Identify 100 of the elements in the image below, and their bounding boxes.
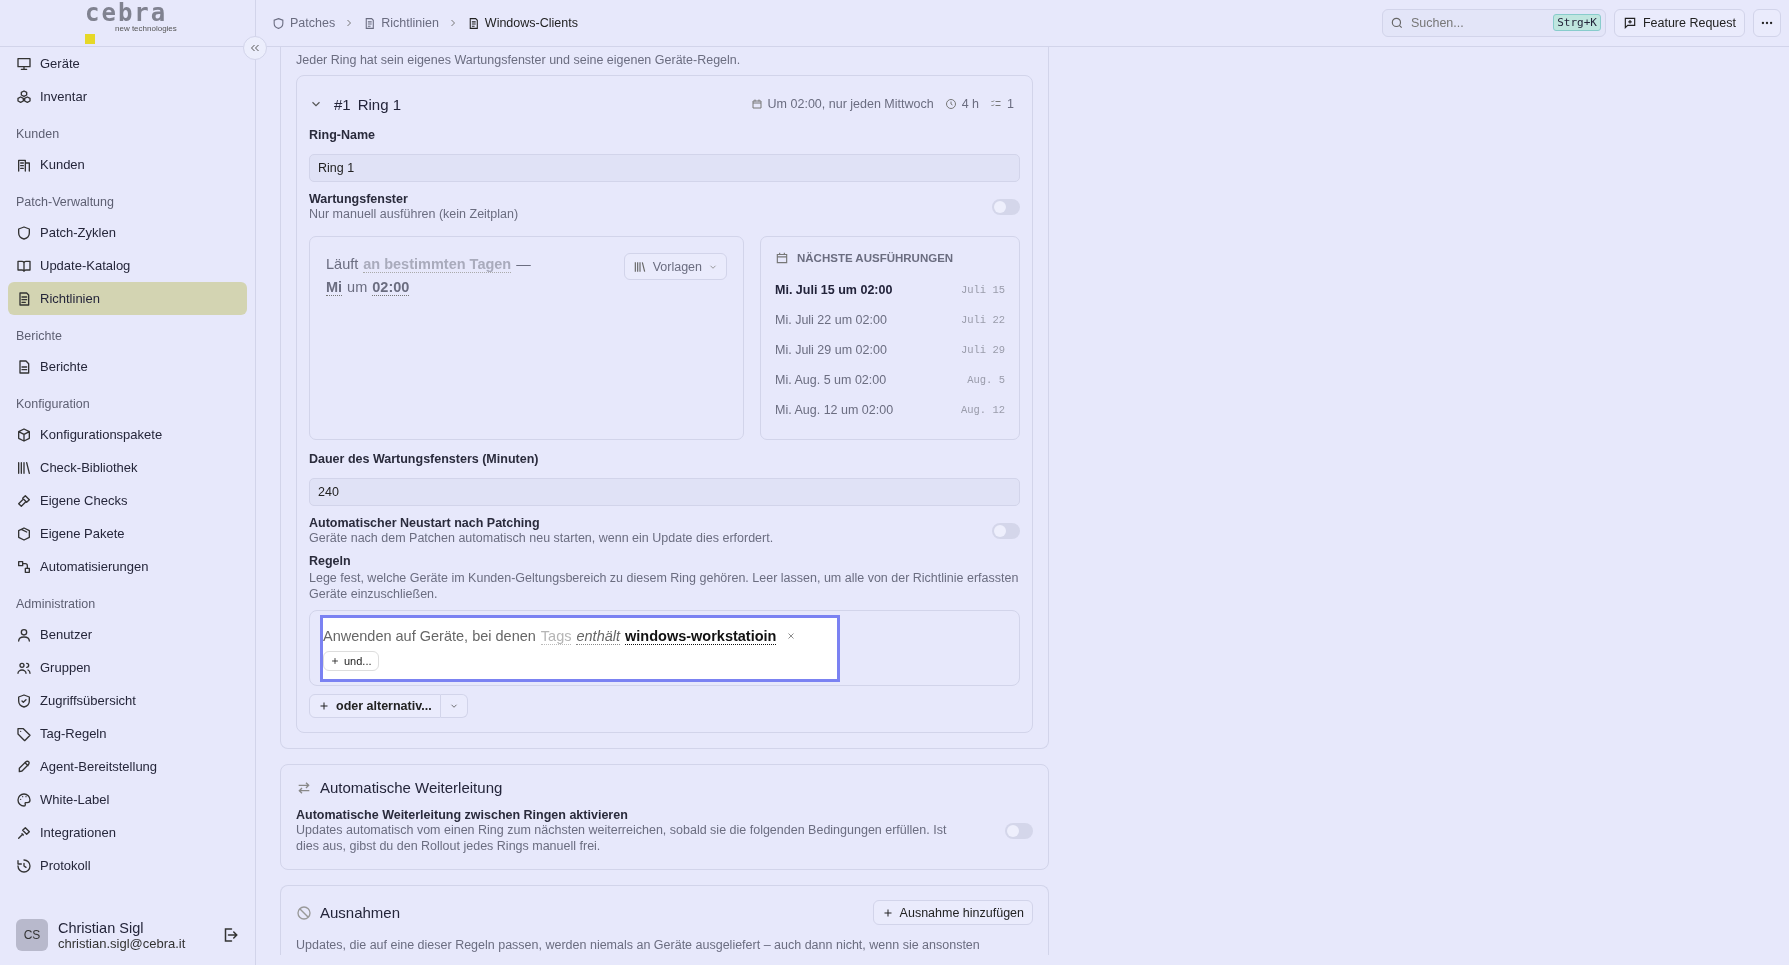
breadcrumb-link[interactable]: Patches [272,16,336,30]
sidebar-item[interactable]: Berichte [8,350,247,383]
sidebar-item[interactable]: Konfigurationspakete [8,418,247,451]
sidebar-item[interactable]: White-Label [8,783,247,816]
toggle-switch[interactable] [992,199,1020,215]
nav-icon [16,55,32,72]
schedule-text: Läuft [326,256,359,272]
next-run-date: Mi. Aug. 12 um 02:00 [775,403,894,417]
sidebar-item[interactable]: Check-Bibliothek [8,451,247,484]
setting-label: Wartungsfenster [309,192,409,206]
ring-number: #1 [334,95,351,113]
toggle-switch[interactable] [1005,823,1033,839]
nav-icon [16,358,32,375]
sidebar-section-title: Berichte [15,328,63,345]
user-avatar: CS [16,919,48,951]
feature-request-button[interactable]: Feature Request [1613,9,1745,37]
field-label: Dauer des Wartungsfensters (Minuten) [309,452,540,466]
logo-square-icon [85,34,95,44]
logo-wordmark: cebra [85,2,168,24]
more-button[interactable] [1753,9,1781,37]
setting-label: Automatische Weiterleitung zwischen Ringen aktivieren [296,808,629,822]
sidebar-item[interactable]: Geräte [8,47,247,80]
schedule-option-link[interactable]: Mi [326,279,343,296]
sidebar-section-title: Konfiguration [15,396,91,413]
ring-name-field[interactable]: Ring 1 [309,154,1020,182]
close-icon[interactable] [786,631,797,641]
double-chevron-left-icon [249,42,261,54]
schedule-text: — [516,256,531,272]
swap-arrows-icon [296,779,312,796]
nav-icon [16,459,32,476]
rule-text: Anwenden auf Geräte, bei denen [323,628,536,644]
sidebar-item[interactable]: Benutzer [8,618,247,651]
sidebar-item[interactable]: Eigene Pakete [8,517,247,550]
document-icon [363,16,377,30]
nav-icon [16,758,32,775]
nav-icon [16,290,32,307]
message-plus-icon [1622,16,1637,30]
setting-hint: Lege fest, welche Geräte im Kunden-Geltungsbereich zu diesem Ring gehören. Leer lassen, um alle von der Richtlinie erfassten Geräte einzuschließen. [309,570,1020,602]
nav-icon [16,692,32,709]
next-run-date: Mi. Juli 29 um 02:00 [775,343,887,357]
dropdown-button[interactable] [440,694,468,718]
nav-icon [16,791,32,808]
next-run-short-date: Juli 29 [960,344,1005,356]
next-run-short-date: Juli 15 [960,284,1005,296]
next-run-short-date: Aug. 12 [960,404,1005,416]
shortcut-key: Strg+K [1553,14,1601,31]
next-runs-title: NÄCHSTE AUSFÜHRUNGEN [797,252,954,264]
field-label: Ring-Name [309,128,376,142]
rule-value-link[interactable]: windows-workstatioin [625,627,777,645]
rule-operator-link[interactable]: enthält [576,627,620,645]
schedule-summary: Um 02:00, nur jeden Mittwoch [767,97,934,111]
duration-field[interactable]: 240 [309,478,1020,506]
ring-title: Ring 1 [357,95,402,113]
sidebar-item[interactable]: Zugriffsübersicht [8,684,247,717]
nav-icon [16,224,32,241]
setting-hint: Updates automatisch vom einen Ring zum nächsten weiterreichen, sobald sie die folgenden Bedingungen erfüllen. Ist dies aus, gibst du den Rollout jedes Rings manuell frei. [296,822,948,854]
add-exception-button[interactable]: Ausnahme hinzufügen [872,900,1033,925]
add-or-condition-button[interactable]: oder alternativ... [309,694,441,718]
toggle-switch[interactable] [992,523,1020,539]
sidebar-item[interactable]: Protokoll [8,849,247,882]
add-and-condition-button[interactable]: und... [323,650,379,671]
nav-icon [16,725,32,742]
nav-icon [16,857,32,874]
sidebar-item[interactable]: Kunden [8,148,247,181]
sidebar-item[interactable]: Automatisierungen [8,550,247,583]
sidebar-item[interactable]: Integrationen [8,816,247,849]
next-run-short-date: Juli 22 [960,314,1005,326]
sidebar-item[interactable]: Inventar [8,80,247,113]
prohibited-icon [296,904,312,921]
nav-icon [16,492,32,509]
books-icon [632,259,647,274]
sidebar-item[interactable]: Gruppen [8,651,247,684]
plus-icon [330,655,340,666]
sidebar-item[interactable]: Richtlinien [8,282,247,315]
setting-label: Automatischer Neustart nach Patching [309,516,541,530]
collapse-sidebar-button[interactable] [243,36,267,60]
clock-icon [944,98,957,110]
calendar-clock-icon [750,98,763,110]
sidebar-item[interactable]: Eigene Checks [8,484,247,517]
section-title: Ausnahmen [320,904,401,921]
schedule-text: um [347,279,368,295]
schedule-option-link[interactable]: 02:00 [372,279,410,296]
duration-summary: 4 h [961,97,980,111]
sidebar-item[interactable]: Tag-Regeln [8,717,247,750]
plus-icon [318,700,330,712]
breadcrumb-link[interactable]: Windows-Clients [466,16,578,30]
templates-button[interactable]: Vorlagen [623,253,727,280]
breadcrumb-link[interactable]: Richtlinien [363,16,439,30]
next-run-date: Mi. Aug. 5 um 02:00 [775,373,887,387]
sidebar-section-title: Patch-Verwaltung [15,194,115,211]
sidebar-section-title: Kunden [15,126,61,143]
sidebar-item[interactable]: Patch-Zyklen [8,216,247,249]
shield-icon [272,16,285,30]
setting-hint: Nur manuell ausführen (kein Zeitplan) [309,206,519,222]
user-name: Christian Sigl [58,919,145,936]
sidebar-item[interactable]: Agent-Bereitstellung [8,750,247,783]
sidebar-item[interactable]: Update-Katalog [8,249,247,282]
rules-count: 1 [1007,97,1014,111]
next-run-date: Mi. Juli 22 um 02:00 [775,313,887,327]
setting-label: Regeln [309,554,352,568]
